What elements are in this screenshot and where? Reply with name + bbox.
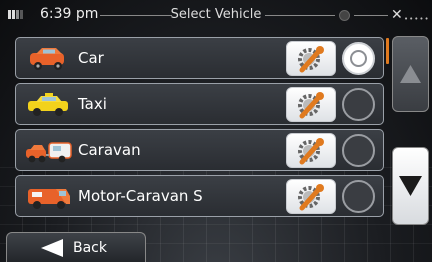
vehicle-row-caravan[interactable]: Caravan — [15, 129, 384, 171]
motor-caravan-icon — [28, 189, 70, 209]
vehicle-radio[interactable] — [342, 180, 375, 213]
vehicle-row-car[interactable]: Car — [15, 37, 384, 79]
gear-wrench-icon — [298, 138, 324, 165]
scroll-up-button[interactable] — [392, 36, 429, 112]
scroll-down-button[interactable] — [392, 147, 429, 225]
vehicle-settings-button[interactable] — [286, 87, 336, 122]
vehicle-radio-selected[interactable] — [342, 42, 375, 75]
title-divider-right — [265, 15, 335, 16]
vehicle-radio[interactable] — [342, 134, 375, 167]
vehicle-settings-button[interactable] — [286, 133, 336, 168]
status-bar: 6:39 pm Select Vehicle ✕ ••••• — [0, 0, 432, 28]
vehicle-label: Caravan — [78, 141, 141, 159]
satellite-icon: ✕ — [391, 7, 403, 23]
arrow-up-icon — [400, 65, 421, 83]
list-scroll-indicator — [386, 38, 389, 64]
vehicle-label: Taxi — [78, 95, 107, 113]
vehicle-settings-button[interactable] — [286, 41, 336, 76]
car-icon — [30, 48, 64, 70]
arrow-left-icon — [41, 239, 63, 257]
vehicle-row-taxi[interactable]: Taxi — [15, 83, 384, 125]
vehicle-row-motor-caravan[interactable]: Motor-Caravan S — [15, 175, 384, 217]
vehicle-label: Car — [78, 49, 104, 67]
vehicle-settings-button[interactable] — [286, 179, 336, 214]
gear-wrench-icon — [298, 184, 324, 211]
gps-status-icon — [339, 10, 350, 21]
signal-strength-icon: ••••• — [404, 15, 430, 23]
taxi-icon — [28, 93, 68, 116]
gear-wrench-icon — [298, 46, 324, 73]
arrow-down-icon — [399, 176, 422, 196]
title-divider-right-2 — [354, 15, 388, 16]
back-button[interactable]: Back — [6, 232, 146, 262]
back-label: Back — [73, 240, 107, 256]
vehicle-label: Motor-Caravan S — [78, 187, 203, 205]
gear-wrench-icon — [298, 92, 324, 119]
vehicle-radio[interactable] — [342, 88, 375, 121]
caravan-icon — [26, 142, 72, 163]
